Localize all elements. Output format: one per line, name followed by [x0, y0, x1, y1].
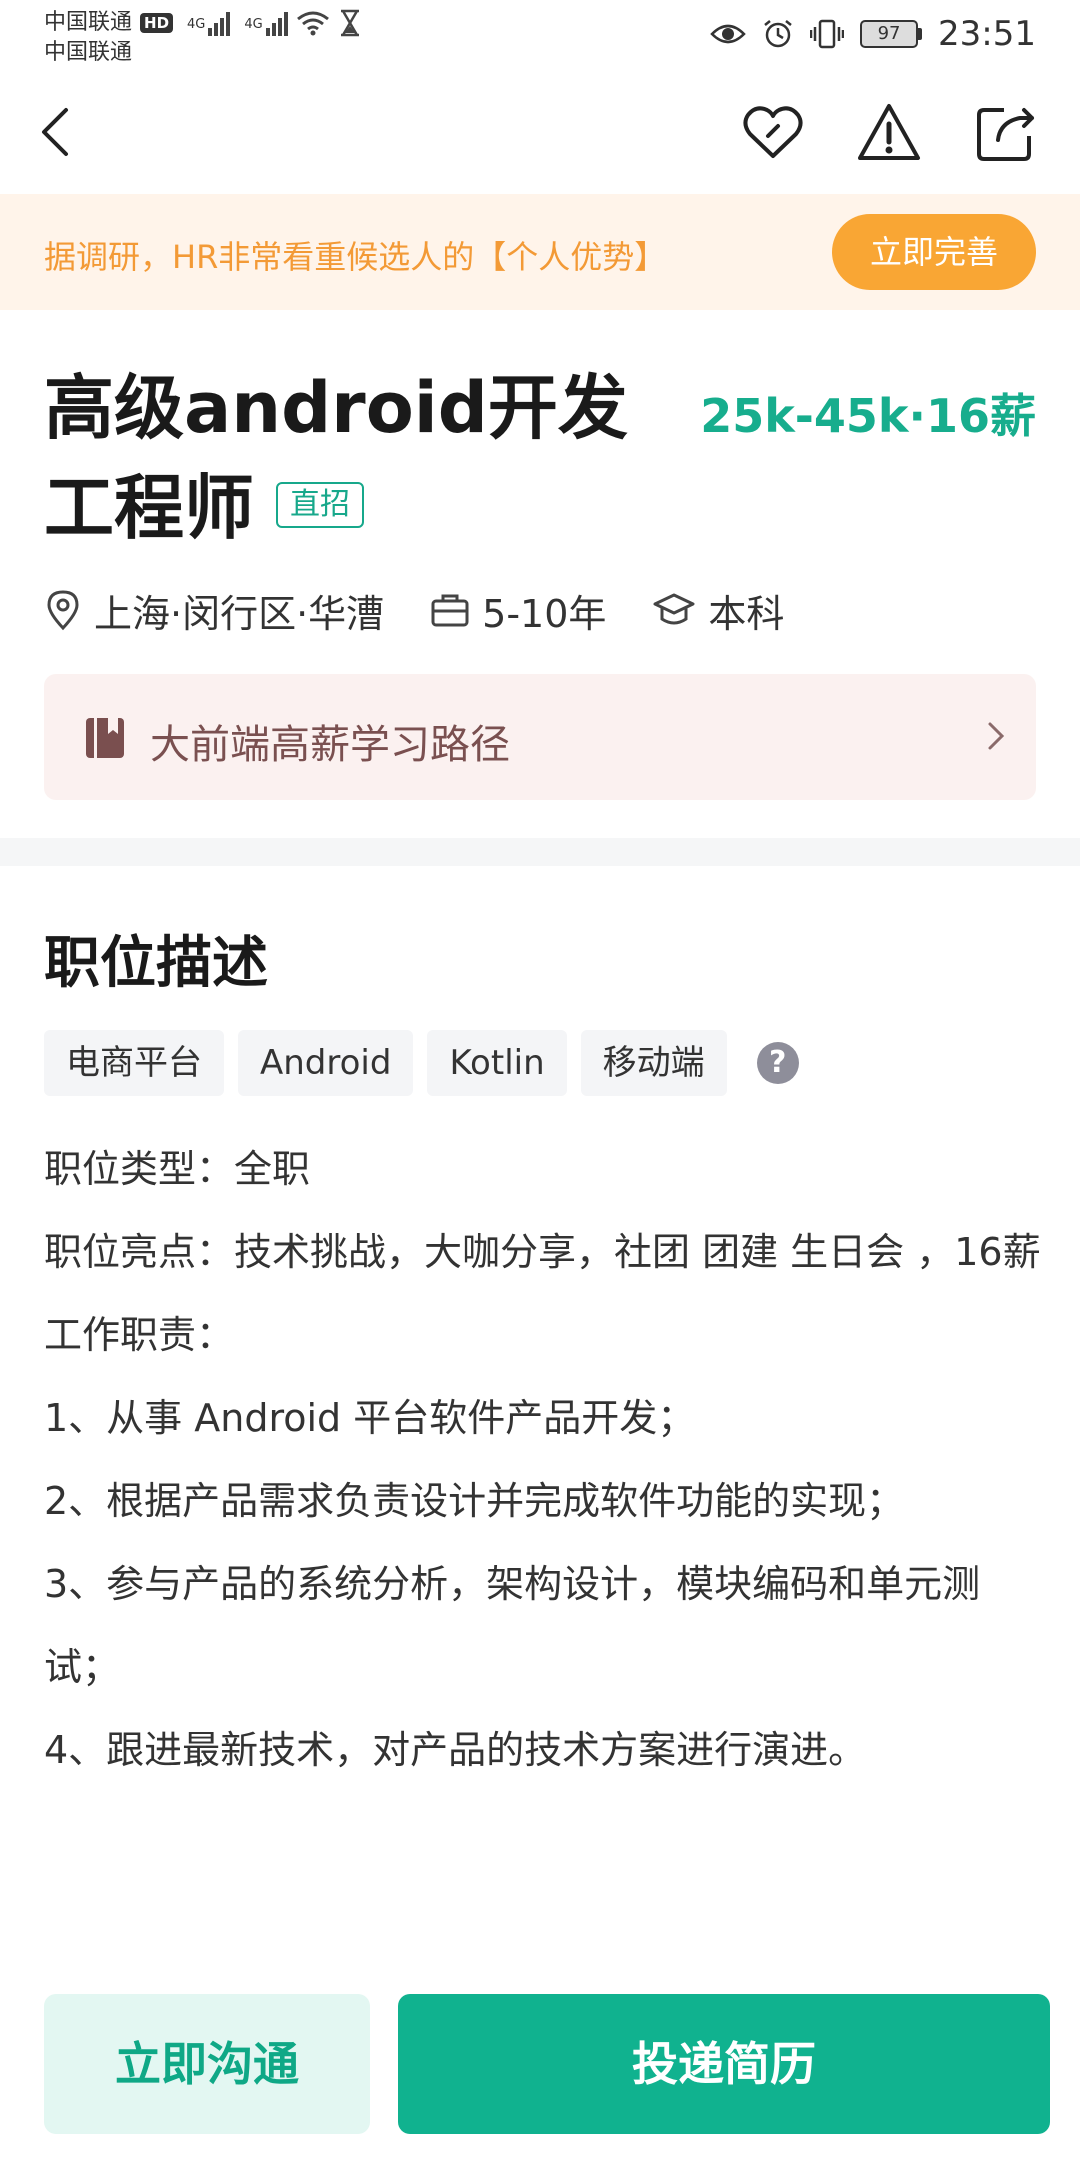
eye-icon	[710, 24, 746, 44]
description-line: 1、从事 Android 平台软件产品开发；	[44, 1396, 696, 1440]
learning-path-label: 大前端高薪学习路径	[150, 722, 510, 768]
signal-icon-1: 4G	[187, 10, 231, 36]
battery-icon: 97	[860, 20, 923, 48]
learning-path-card[interactable]: 大前端高薪学习路径	[44, 674, 1036, 800]
salary: 25k-45k·16薪	[700, 389, 1036, 443]
book-icon	[86, 718, 124, 758]
signal-icon-2: 4G	[244, 10, 288, 36]
location-pin-icon	[47, 590, 79, 631]
description-line: 2、根据产品需求负责设计并完成软件功能的实现；	[44, 1479, 905, 1523]
carrier-name-2: 中国联通	[44, 40, 133, 65]
alarm-icon	[764, 20, 792, 48]
skill-tag: 移动端	[580, 1030, 727, 1096]
description-line: 职位类型：全职	[44, 1147, 311, 1191]
share-icon[interactable]	[970, 98, 1040, 168]
skill-tags: 电商平台 Android Kotlin 移动端 ?	[44, 1030, 799, 1096]
nav-bar	[0, 76, 1080, 194]
wifi-icon	[296, 11, 329, 36]
job-title-block: 高级android开发工程师 直招	[44, 358, 684, 558]
chevron-right-icon	[988, 722, 1005, 750]
description-line: 职位亮点：技术挑战，大咖分享，社团 团建 生日会 ，16薪	[44, 1230, 1041, 1274]
description-line: 3、参与产品的系统分析，架构设计，模块编码和单元测试；	[44, 1562, 981, 1689]
network-label-1: 4G	[187, 17, 206, 32]
chat-now-button[interactable]: 立即沟通	[44, 1994, 370, 2134]
status-bar: 中国联通 HD 4G 4G 中国联通 97 23:51	[0, 0, 1080, 76]
section-divider	[0, 838, 1080, 866]
section-title: 职位描述	[44, 931, 268, 996]
complete-profile-button[interactable]: 立即完善	[832, 214, 1036, 290]
direct-hire-tag: 直招	[276, 481, 364, 528]
job-detail-page: 中国联通 HD 4G 4G 中国联通 97 23:51 据调研，HR非常看重候选…	[0, 0, 1080, 2160]
description-line: 4、跟进最新技术，对产品的技术方案进行演进。	[44, 1728, 867, 1772]
location-item: 上海·闵行区·华漕	[44, 583, 384, 638]
carrier-block: 中国联通 HD 4G 4G 中国联通	[44, 8, 362, 68]
bottom-action-bar: 立即沟通 投递简历	[0, 1990, 1080, 2160]
status-right: 97 23:51	[710, 14, 1036, 54]
battery-level: 97	[860, 20, 919, 48]
vibrate-icon	[810, 19, 845, 49]
job-location: 上海·闵行区·华漕	[94, 591, 385, 636]
job-meta-row: 上海·闵行区·华漕 5-10年 本科	[44, 582, 830, 638]
report-warning-icon[interactable]	[854, 98, 924, 168]
clock: 23:51	[938, 14, 1036, 54]
skill-tag: Kotlin	[427, 1030, 567, 1096]
promo-text: 据调研，HR非常看重候选人的【个人优势】	[44, 238, 667, 276]
submit-resume-button[interactable]: 投递简历	[398, 1994, 1050, 2134]
description-line: 工作职责：	[44, 1313, 235, 1357]
back-arrow-icon[interactable]	[30, 102, 90, 162]
job-experience: 5-10年	[482, 591, 607, 636]
education-item: 本科	[652, 583, 784, 638]
briefcase-icon	[431, 594, 469, 627]
favorite-heart-icon[interactable]	[738, 98, 808, 168]
carrier-name-1: 中国联通	[44, 10, 133, 35]
network-label-2: 4G	[244, 17, 263, 32]
job-education: 本科	[708, 591, 785, 636]
promo-banner: 据调研，HR非常看重候选人的【个人优势】 立即完善	[0, 194, 1080, 310]
hourglass-icon	[340, 9, 359, 37]
experience-item: 5-10年	[430, 583, 606, 638]
job-description: 职位类型：全职 职位亮点：技术挑战，大咖分享，社团 团建 生日会 ，16薪 工作…	[44, 1128, 1042, 1792]
skill-tag: 电商平台	[44, 1030, 224, 1096]
graduation-cap-icon	[653, 593, 695, 625]
help-question-icon[interactable]: ?	[756, 1042, 799, 1084]
hd-badge: HD	[140, 13, 174, 33]
skill-tag: Android	[238, 1030, 414, 1096]
